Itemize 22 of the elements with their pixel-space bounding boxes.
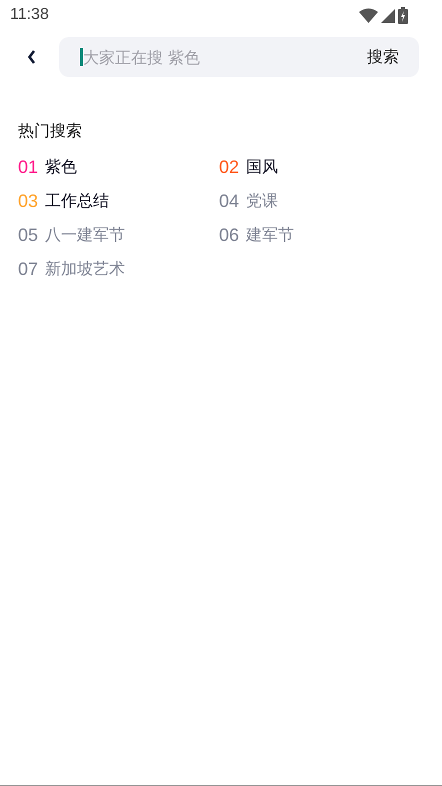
status-time: 11:38 (10, 6, 49, 24)
search-term[interactable]: 工作总结 (45, 191, 110, 212)
search-term[interactable]: 党课 (246, 191, 278, 212)
search-term[interactable]: 建军节 (246, 225, 294, 246)
search-term[interactable]: 紫色 (45, 157, 78, 178)
rank-number: 02 (219, 157, 240, 178)
search-term[interactable]: 新加坡艺术 (45, 259, 126, 280)
rank-number: 06 (219, 225, 240, 246)
rank-number: 05 (18, 225, 38, 246)
section-title: 热门搜索 (18, 121, 82, 142)
rank-number: 03 (18, 191, 38, 212)
battery-icon (398, 6, 408, 24)
rank-number: 07 (18, 259, 38, 280)
back-icon[interactable] (27, 49, 37, 65)
search-term[interactable]: 国风 (246, 157, 278, 178)
search-field[interactable]: 大家正在搜 紫色 搜索 (59, 37, 419, 77)
rank-number: 01 (18, 157, 38, 178)
rank-number: 04 (219, 191, 240, 212)
search-button[interactable]: 搜索 (367, 44, 399, 70)
search-term[interactable]: 八一建军节 (45, 225, 126, 246)
signal-icon (381, 8, 395, 22)
wifi-icon (359, 8, 378, 22)
